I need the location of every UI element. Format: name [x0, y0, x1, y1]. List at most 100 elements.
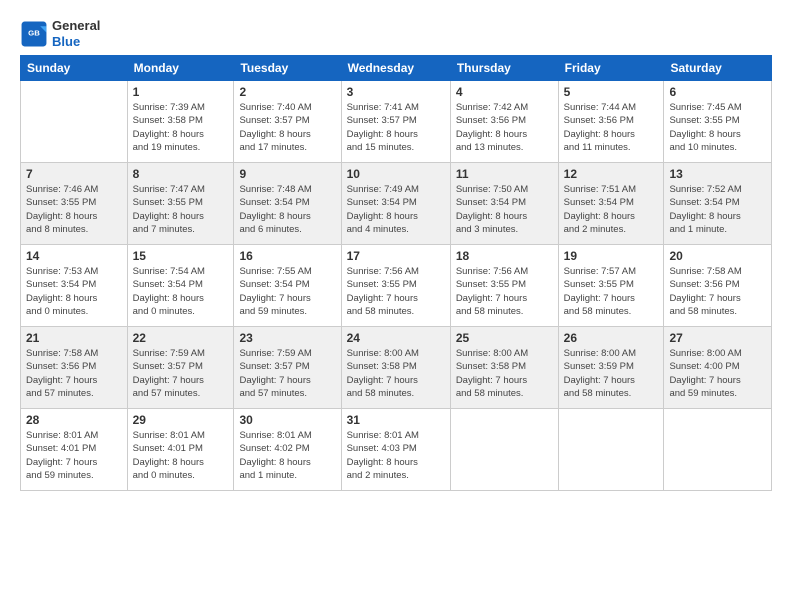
day-number: 10 — [347, 167, 445, 181]
day-info: Sunrise: 7:41 AMSunset: 3:57 PMDaylight:… — [347, 101, 445, 154]
day-cell: 20 Sunrise: 7:58 AMSunset: 3:56 PMDayligh… — [664, 245, 772, 327]
logo: GB General Blue — [20, 18, 100, 49]
logo-text-line2: Blue — [52, 34, 100, 50]
day-cell: 6 Sunrise: 7:45 AMSunset: 3:55 PMDaylight… — [664, 81, 772, 163]
day-number: 27 — [669, 331, 766, 345]
day-cell: 29 Sunrise: 8:01 AMSunset: 4:01 PMDayligh… — [127, 409, 234, 491]
day-info: Sunrise: 7:51 AMSunset: 3:54 PMDaylight:… — [564, 183, 659, 236]
day-info: Sunrise: 7:47 AMSunset: 3:55 PMDaylight:… — [133, 183, 229, 236]
day-cell: 16Sunrise: 7:55 AMSunset: 3:54 PMDayligh… — [234, 245, 341, 327]
day-number: 24 — [347, 331, 445, 345]
logo-icon: GB — [20, 20, 48, 48]
day-info: Sunrise: 8:00 AMSunset: 3:59 PMDaylight:… — [564, 347, 659, 400]
day-number: 1 — [133, 85, 229, 99]
header-day-tuesday: Tuesday — [234, 56, 341, 81]
day-number: 18 — [456, 249, 553, 263]
day-number: 11 — [456, 167, 553, 181]
day-cell: 31 Sunrise: 8:01 AMSunset: 4:03 PMDayligh… — [341, 409, 450, 491]
day-number: 14 — [26, 249, 122, 263]
day-number: 19 — [564, 249, 659, 263]
day-number: 3 — [347, 85, 445, 99]
day-cell: 22Sunrise: 7:59 AMSunset: 3:57 PMDayligh… — [127, 327, 234, 409]
day-info: Sunrise: 7:50 AMSunset: 3:54 PMDaylight:… — [456, 183, 553, 236]
day-cell: 23Sunrise: 7:59 AMSunset: 3:57 PMDayligh… — [234, 327, 341, 409]
day-info: Sunrise: 7:49 AMSunset: 3:54 PMDaylight:… — [347, 183, 445, 236]
day-number: 20 — [669, 249, 766, 263]
day-number: 26 — [564, 331, 659, 345]
day-number: 30 — [239, 413, 335, 427]
day-info: Sunrise: 7:40 AMSunset: 3:57 PMDaylight:… — [239, 101, 335, 154]
day-cell: 8 Sunrise: 7:47 AMSunset: 3:55 PMDaylight… — [127, 163, 234, 245]
day-cell: 19Sunrise: 7:57 AMSunset: 3:55 PMDayligh… — [558, 245, 664, 327]
day-number: 5 — [564, 85, 659, 99]
day-info: Sunrise: 7:46 AMSunset: 3:55 PMDaylight:… — [26, 183, 122, 236]
day-cell — [558, 409, 664, 491]
calendar-page: GB General Blue SundayMondayTuesdayWedne… — [0, 0, 792, 501]
day-info: Sunrise: 7:45 AMSunset: 3:55 PMDaylight:… — [669, 101, 766, 154]
header-day-friday: Friday — [558, 56, 664, 81]
day-info: Sunrise: 8:01 AMSunset: 4:01 PMDaylight:… — [133, 429, 229, 482]
day-cell: 11 Sunrise: 7:50 AMSunset: 3:54 PMDayligh… — [450, 163, 558, 245]
day-info: Sunrise: 7:55 AMSunset: 3:54 PMDaylight:… — [239, 265, 335, 318]
day-cell: 14 Sunrise: 7:53 AMSunset: 3:54 PMDayligh… — [21, 245, 128, 327]
day-number: 21 — [26, 331, 122, 345]
header-day-wednesday: Wednesday — [341, 56, 450, 81]
header-day-saturday: Saturday — [664, 56, 772, 81]
day-number: 8 — [133, 167, 229, 181]
day-number: 15 — [133, 249, 229, 263]
week-row-4: 21 Sunrise: 7:58 AMSunset: 3:56 PMDayligh… — [21, 327, 772, 409]
week-row-5: 28 Sunrise: 8:01 AMSunset: 4:01 PMDayligh… — [21, 409, 772, 491]
day-cell: 7 Sunrise: 7:46 AMSunset: 3:55 PMDaylight… — [21, 163, 128, 245]
day-cell: 30 Sunrise: 8:01 AMSunset: 4:02 PMDayligh… — [234, 409, 341, 491]
day-info: Sunrise: 7:53 AMSunset: 3:54 PMDaylight:… — [26, 265, 122, 318]
day-number: 13 — [669, 167, 766, 181]
day-info: Sunrise: 7:56 AMSunset: 3:55 PMDaylight:… — [456, 265, 553, 318]
week-row-3: 14 Sunrise: 7:53 AMSunset: 3:54 PMDayligh… — [21, 245, 772, 327]
day-info: Sunrise: 7:48 AMSunset: 3:54 PMDaylight:… — [239, 183, 335, 236]
day-number: 29 — [133, 413, 229, 427]
day-number: 4 — [456, 85, 553, 99]
day-cell — [21, 81, 128, 163]
day-number: 9 — [239, 167, 335, 181]
day-info: Sunrise: 8:01 AMSunset: 4:01 PMDaylight:… — [26, 429, 122, 482]
calendar-table: SundayMondayTuesdayWednesdayThursdayFrid… — [20, 55, 772, 491]
day-number: 23 — [239, 331, 335, 345]
day-cell — [664, 409, 772, 491]
day-number: 7 — [26, 167, 122, 181]
day-cell: 2 Sunrise: 7:40 AMSunset: 3:57 PMDaylight… — [234, 81, 341, 163]
day-info: Sunrise: 7:58 AMSunset: 3:56 PMDaylight:… — [26, 347, 122, 400]
day-info: Sunrise: 7:54 AMSunset: 3:54 PMDaylight:… — [133, 265, 229, 318]
day-info: Sunrise: 7:42 AMSunset: 3:56 PMDaylight:… — [456, 101, 553, 154]
header: GB General Blue — [20, 18, 772, 49]
day-cell: 15 Sunrise: 7:54 AMSunset: 3:54 PMDayligh… — [127, 245, 234, 327]
day-info: Sunrise: 7:58 AMSunset: 3:56 PMDaylight:… — [669, 265, 766, 318]
header-day-monday: Monday — [127, 56, 234, 81]
day-number: 25 — [456, 331, 553, 345]
header-day-thursday: Thursday — [450, 56, 558, 81]
day-info: Sunrise: 8:01 AMSunset: 4:02 PMDaylight:… — [239, 429, 335, 482]
logo-text-line1: General — [52, 18, 100, 34]
day-number: 6 — [669, 85, 766, 99]
day-cell: 4 Sunrise: 7:42 AMSunset: 3:56 PMDaylight… — [450, 81, 558, 163]
day-number: 28 — [26, 413, 122, 427]
day-number: 17 — [347, 249, 445, 263]
day-cell: 9 Sunrise: 7:48 AMSunset: 3:54 PMDaylight… — [234, 163, 341, 245]
day-cell: 24Sunrise: 8:00 AMSunset: 3:58 PMDayligh… — [341, 327, 450, 409]
day-cell: 26 Sunrise: 8:00 AMSunset: 3:59 PMDayligh… — [558, 327, 664, 409]
header-day-sunday: Sunday — [21, 56, 128, 81]
day-cell: 3 Sunrise: 7:41 AMSunset: 3:57 PMDaylight… — [341, 81, 450, 163]
day-cell: 13 Sunrise: 7:52 AMSunset: 3:54 PMDayligh… — [664, 163, 772, 245]
day-cell: 28 Sunrise: 8:01 AMSunset: 4:01 PMDayligh… — [21, 409, 128, 491]
day-number: 31 — [347, 413, 445, 427]
day-number: 22 — [133, 331, 229, 345]
day-number: 2 — [239, 85, 335, 99]
day-cell — [450, 409, 558, 491]
day-info: Sunrise: 7:52 AMSunset: 3:54 PMDaylight:… — [669, 183, 766, 236]
day-cell: 12Sunrise: 7:51 AMSunset: 3:54 PMDayligh… — [558, 163, 664, 245]
day-info: Sunrise: 8:01 AMSunset: 4:03 PMDaylight:… — [347, 429, 445, 482]
day-cell: 10 Sunrise: 7:49 AMSunset: 3:54 PMDayligh… — [341, 163, 450, 245]
week-row-1: 1Sunrise: 7:39 AMSunset: 3:58 PMDaylight… — [21, 81, 772, 163]
day-cell: 1Sunrise: 7:39 AMSunset: 3:58 PMDaylight… — [127, 81, 234, 163]
day-cell: 5Sunrise: 7:44 AMSunset: 3:56 PMDaylight… — [558, 81, 664, 163]
day-cell: 25Sunrise: 8:00 AMSunset: 3:58 PMDayligh… — [450, 327, 558, 409]
